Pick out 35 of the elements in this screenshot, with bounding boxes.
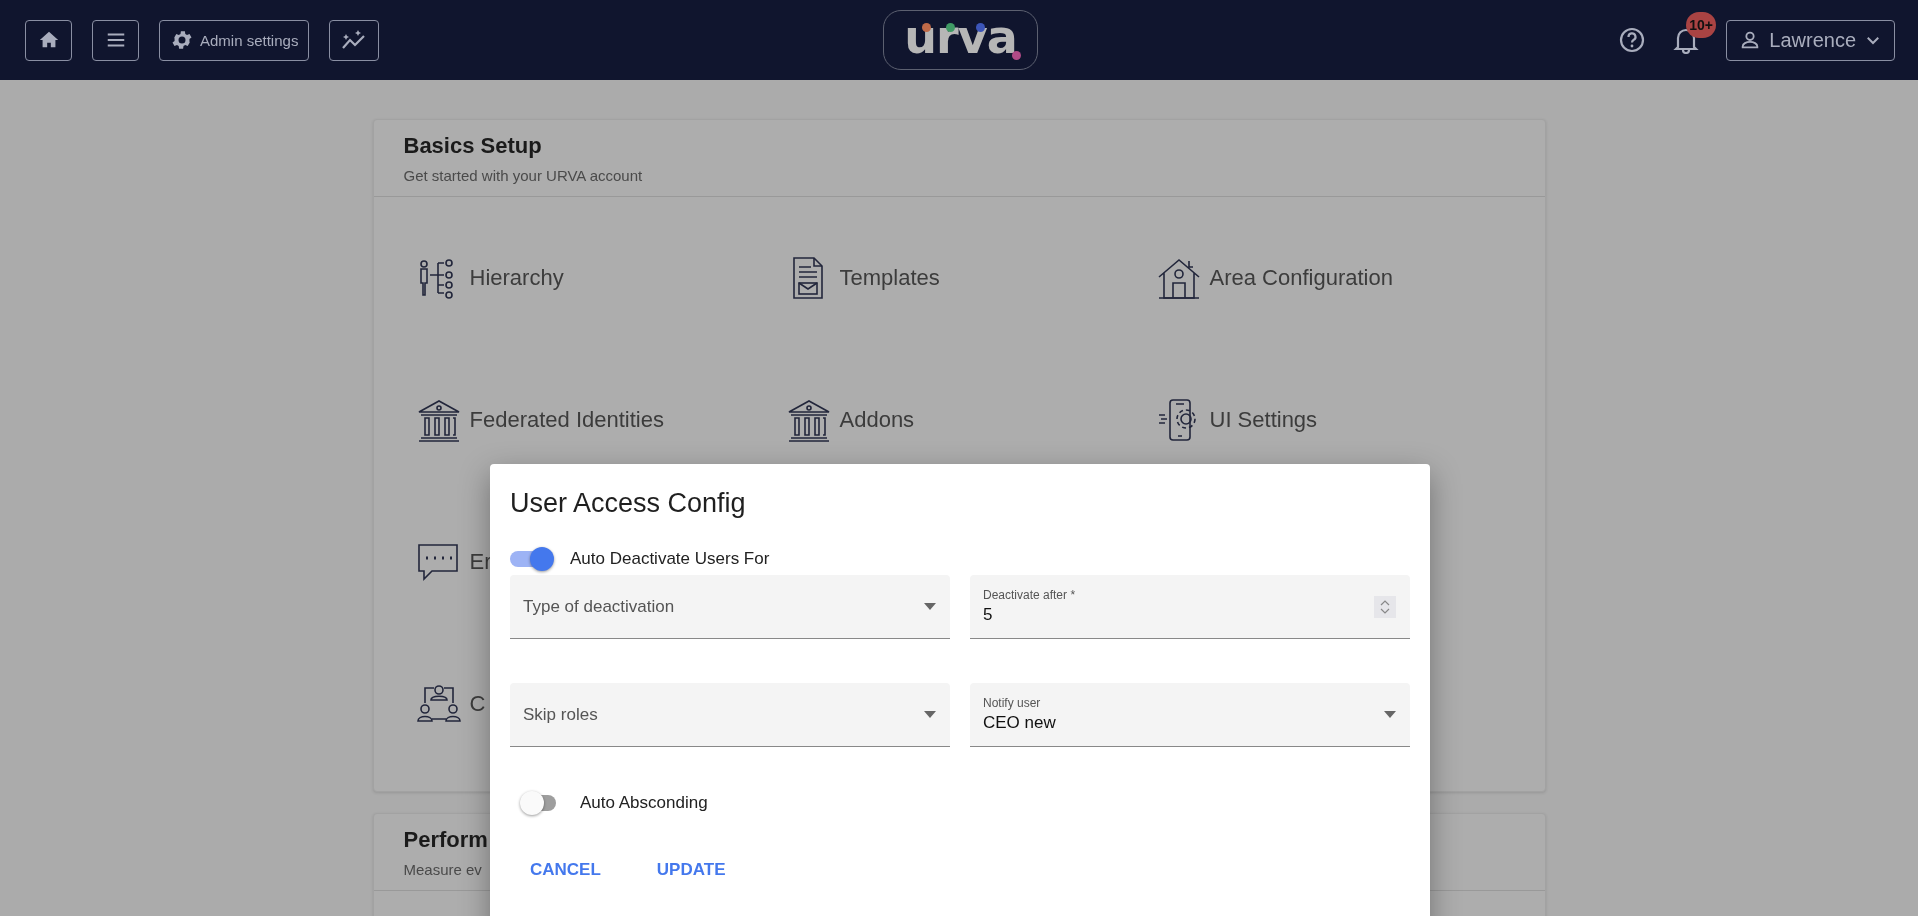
dropdown-field[interactable]: Type of deactivation bbox=[510, 575, 950, 639]
dropdown-field[interactable]: Skip roles bbox=[510, 683, 950, 747]
insights-button[interactable] bbox=[329, 19, 380, 61]
dropdown-field[interactable]: Notify user CEO new bbox=[970, 683, 1410, 747]
dropdown-caret-icon[interactable] bbox=[924, 711, 936, 718]
toggle-label: Auto Deactivate Users For bbox=[570, 549, 770, 569]
admin-settings-button[interactable]: Admin settings bbox=[159, 19, 310, 61]
settings-icon bbox=[170, 28, 194, 52]
home-button[interactable] bbox=[25, 19, 72, 61]
dialog-title: User Access Config bbox=[510, 487, 747, 519]
setup-item-link[interactable]: Addons bbox=[839, 407, 915, 433]
setup-item-link[interactable]: Templates bbox=[839, 265, 940, 291]
setup-item-link[interactable]: Hierarchy bbox=[469, 265, 564, 291]
menu-button[interactable] bbox=[92, 19, 139, 61]
setup-item-link[interactable]: Er bbox=[469, 549, 492, 575]
setup-item-link[interactable]: UI Settings bbox=[1209, 407, 1318, 433]
notification-count-badge: 10+ bbox=[1686, 12, 1717, 38]
user-menu-button[interactable]: Lawrence bbox=[1726, 19, 1895, 61]
toggle-switch[interactable] bbox=[510, 547, 554, 571]
toggle-label: Auto Absconding bbox=[580, 793, 708, 813]
dropdown-caret-icon[interactable] bbox=[924, 603, 936, 610]
card-title: Basics Setup bbox=[403, 132, 542, 160]
number-field[interactable]: Deactivate after * 5 bbox=[970, 575, 1410, 639]
number-spinner-icon[interactable] bbox=[1374, 595, 1396, 618]
dropdown-caret-icon[interactable] bbox=[1384, 711, 1396, 718]
card-subtitle: Get started with your URVA account bbox=[403, 167, 643, 184]
update-button[interactable]: UPDATE bbox=[640, 852, 742, 888]
cancel-button[interactable]: CANCEL bbox=[514, 852, 617, 888]
card-title: Perform bbox=[403, 826, 488, 854]
setup-item-link[interactable]: C bbox=[469, 691, 486, 717]
help-icon[interactable] bbox=[1618, 26, 1647, 54]
logo: urva bbox=[883, 10, 1038, 70]
setup-item-link[interactable]: Federated Identities bbox=[469, 407, 664, 433]
setup-item-link[interactable]: Area Configuration bbox=[1209, 265, 1393, 291]
card-subtitle: Measure ev bbox=[403, 861, 482, 878]
